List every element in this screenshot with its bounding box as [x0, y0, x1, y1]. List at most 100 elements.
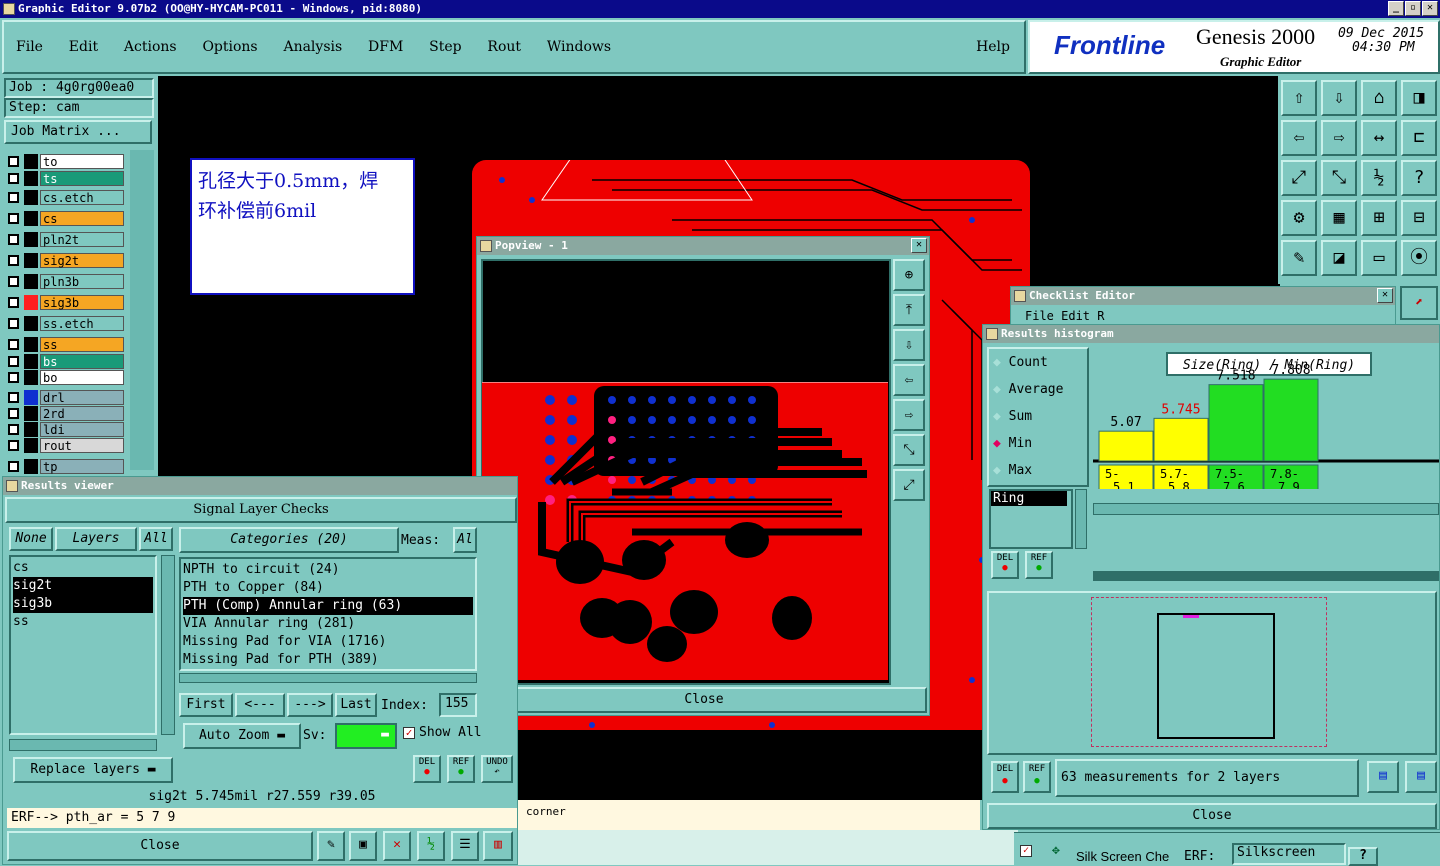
prev-button[interactable]: <--- [235, 693, 285, 717]
layer-color-swatch[interactable] [24, 232, 38, 247]
tool-button-14-icon[interactable]: ⊞ [1361, 200, 1397, 236]
tool-button-17-icon[interactable]: ◪ [1321, 240, 1357, 276]
layer-item-cs[interactable]: cs [13, 559, 153, 577]
category-via-annular-ring[interactable]: VIA Annular ring (281) [183, 615, 473, 633]
checklist-close-icon[interactable]: ✕ [1377, 288, 1393, 303]
layer-checkbox[interactable] [8, 297, 19, 308]
tool-button-1-icon[interactable]: ⇩ [1321, 80, 1357, 116]
menu-help[interactable]: Help [976, 39, 1010, 55]
tool-button-7-icon[interactable]: ⊏ [1401, 120, 1437, 156]
silk-checkbox[interactable]: ✓ [1020, 845, 1032, 857]
hist-ref-button[interactable]: REF ● [1025, 551, 1053, 579]
tool-button-8-icon[interactable]: ⤢ [1281, 160, 1317, 196]
ring-scrollbar[interactable] [1075, 489, 1087, 549]
layer-row-13[interactable]: 2rd [8, 406, 124, 421]
layer-checkbox[interactable] [8, 192, 19, 203]
tool-button-19-icon[interactable]: ⦿ [1401, 240, 1437, 276]
category-pth-to-copper[interactable]: PTH to Copper (84) [183, 579, 473, 597]
tool-button-6-icon[interactable]: ↔ [1361, 120, 1397, 156]
menu-dfm[interactable]: DFM [368, 39, 403, 55]
replace-layers-button[interactable]: Replace layers ▬ [13, 757, 173, 783]
categories-list[interactable]: NPTH to circuit (24) PTH to Copper (84) … [179, 557, 477, 671]
tool-button-18-icon[interactable]: ▭ [1361, 240, 1397, 276]
category-npth-to-circuit[interactable]: NPTH to circuit (24) [183, 561, 473, 579]
tool-button-9-icon[interactable]: ⤡ [1321, 160, 1357, 196]
layer-color-swatch[interactable] [24, 154, 38, 169]
mode-count[interactable]: ◆ Count [993, 355, 1048, 370]
layer-checkbox[interactable] [8, 356, 19, 367]
layer-item-sig2t[interactable]: sig2t [13, 577, 153, 595]
layer-color-swatch[interactable] [24, 370, 38, 385]
sv-color-picker[interactable]: ▬ [335, 723, 397, 749]
layer-row-12[interactable]: drl [8, 390, 124, 405]
tool-ref-icon[interactable]: ✕ [383, 831, 411, 861]
layer-row-11[interactable]: bo [8, 370, 124, 385]
histogram-close-button[interactable]: Close [987, 803, 1437, 829]
help-button[interactable]: ? [1348, 847, 1378, 866]
results-close-button[interactable]: Close [7, 831, 313, 861]
popview-close-icon[interactable]: ✕ [911, 238, 927, 253]
tool-button-3-icon[interactable]: ◨ [1401, 80, 1437, 116]
meas-all-button[interactable]: Al [453, 527, 477, 553]
popview-tool-1-icon[interactable]: ⤒ [893, 294, 925, 326]
menu-file[interactable]: File [16, 39, 43, 55]
index-input[interactable]: 155 [439, 693, 477, 717]
layer-checkbox[interactable] [8, 255, 19, 266]
popview-tool-6-icon[interactable]: ⤢ [893, 469, 925, 501]
layer-row-2[interactable]: cs.etch [8, 190, 124, 205]
menu-windows[interactable]: Windows [547, 39, 611, 55]
layer-row-15[interactable]: rout [8, 438, 124, 453]
layer-color-swatch[interactable] [24, 422, 38, 437]
layer-color-swatch[interactable] [24, 438, 38, 453]
ref-button[interactable]: REF ● [447, 755, 475, 783]
minimize-button[interactable]: _ [1388, 1, 1404, 16]
tool-chart-icon[interactable]: ▥ [483, 831, 513, 861]
all-layers-button[interactable]: All [139, 527, 173, 551]
tool-button-5-icon[interactable]: ⇨ [1321, 120, 1357, 156]
layer-checkbox[interactable] [8, 173, 19, 184]
mode-max[interactable]: ◆ Max [993, 463, 1032, 478]
histogram-hscroll[interactable] [1093, 503, 1439, 515]
undo-button[interactable]: UNDO ↶ [481, 755, 513, 783]
layer-checkbox[interactable] [8, 339, 19, 350]
job-matrix-button[interactable]: Job Matrix ... [4, 120, 152, 144]
first-button[interactable]: First [179, 693, 233, 717]
menu-actions[interactable]: Actions [124, 39, 177, 55]
menu-analysis[interactable]: Analysis [283, 39, 342, 55]
layer-list-scroll[interactable] [130, 150, 154, 470]
tool-numbers-icon[interactable]: ½ [417, 831, 445, 861]
layer-row-6[interactable]: pln3b [8, 274, 124, 289]
tool-button-4-icon[interactable]: ⇦ [1281, 120, 1317, 156]
categories-hscroll[interactable] [179, 673, 477, 683]
layer-item-sig3b[interactable]: sig3b [13, 595, 153, 613]
layer-color-swatch[interactable] [24, 390, 38, 405]
layer-checkbox[interactable] [8, 461, 19, 472]
categories-button[interactable]: Categories (20) [179, 527, 399, 553]
layer-row-16[interactable]: tp [8, 459, 124, 474]
layer-checkbox[interactable] [8, 392, 19, 403]
auto-zoom-button[interactable]: Auto Zoom ▬ [183, 723, 301, 749]
maximize-button[interactable]: ▫ [1405, 1, 1421, 16]
layer-checkbox[interactable] [8, 213, 19, 224]
mode-min[interactable]: ◆ Min [993, 436, 1032, 451]
layer-checkbox[interactable] [8, 408, 19, 419]
popview-tool-0-icon[interactable]: ⊕ [893, 259, 925, 291]
layer-row-8[interactable]: ss.etch [8, 316, 124, 331]
layer-color-swatch[interactable] [24, 295, 38, 310]
layer-checkbox[interactable] [8, 234, 19, 245]
layer-color-swatch[interactable] [24, 316, 38, 331]
layer-row-14[interactable]: ldi [8, 422, 124, 437]
popview-close-button[interactable]: Close [481, 687, 927, 713]
none-button[interactable]: None [9, 527, 53, 551]
tool-button-2-icon[interactable]: ⌂ [1361, 80, 1397, 116]
layer-checkbox[interactable] [8, 424, 19, 435]
hist-export-icon[interactable]: ▤ [1367, 761, 1399, 793]
tool-button-10-icon[interactable]: ½ [1361, 160, 1397, 196]
tool-button-15-icon[interactable]: ⊟ [1401, 200, 1437, 236]
layer-color-swatch[interactable] [24, 459, 38, 474]
category-pth-annular-ring[interactable]: PTH (Comp) Annular ring (63) [183, 597, 473, 615]
tool-button-12-icon[interactable]: ⚙ [1281, 200, 1317, 236]
layer-color-swatch[interactable] [24, 171, 38, 186]
layers-button[interactable]: Layers [55, 527, 137, 551]
layer-results-list[interactable]: cs sig2t sig3b ss [9, 555, 157, 735]
